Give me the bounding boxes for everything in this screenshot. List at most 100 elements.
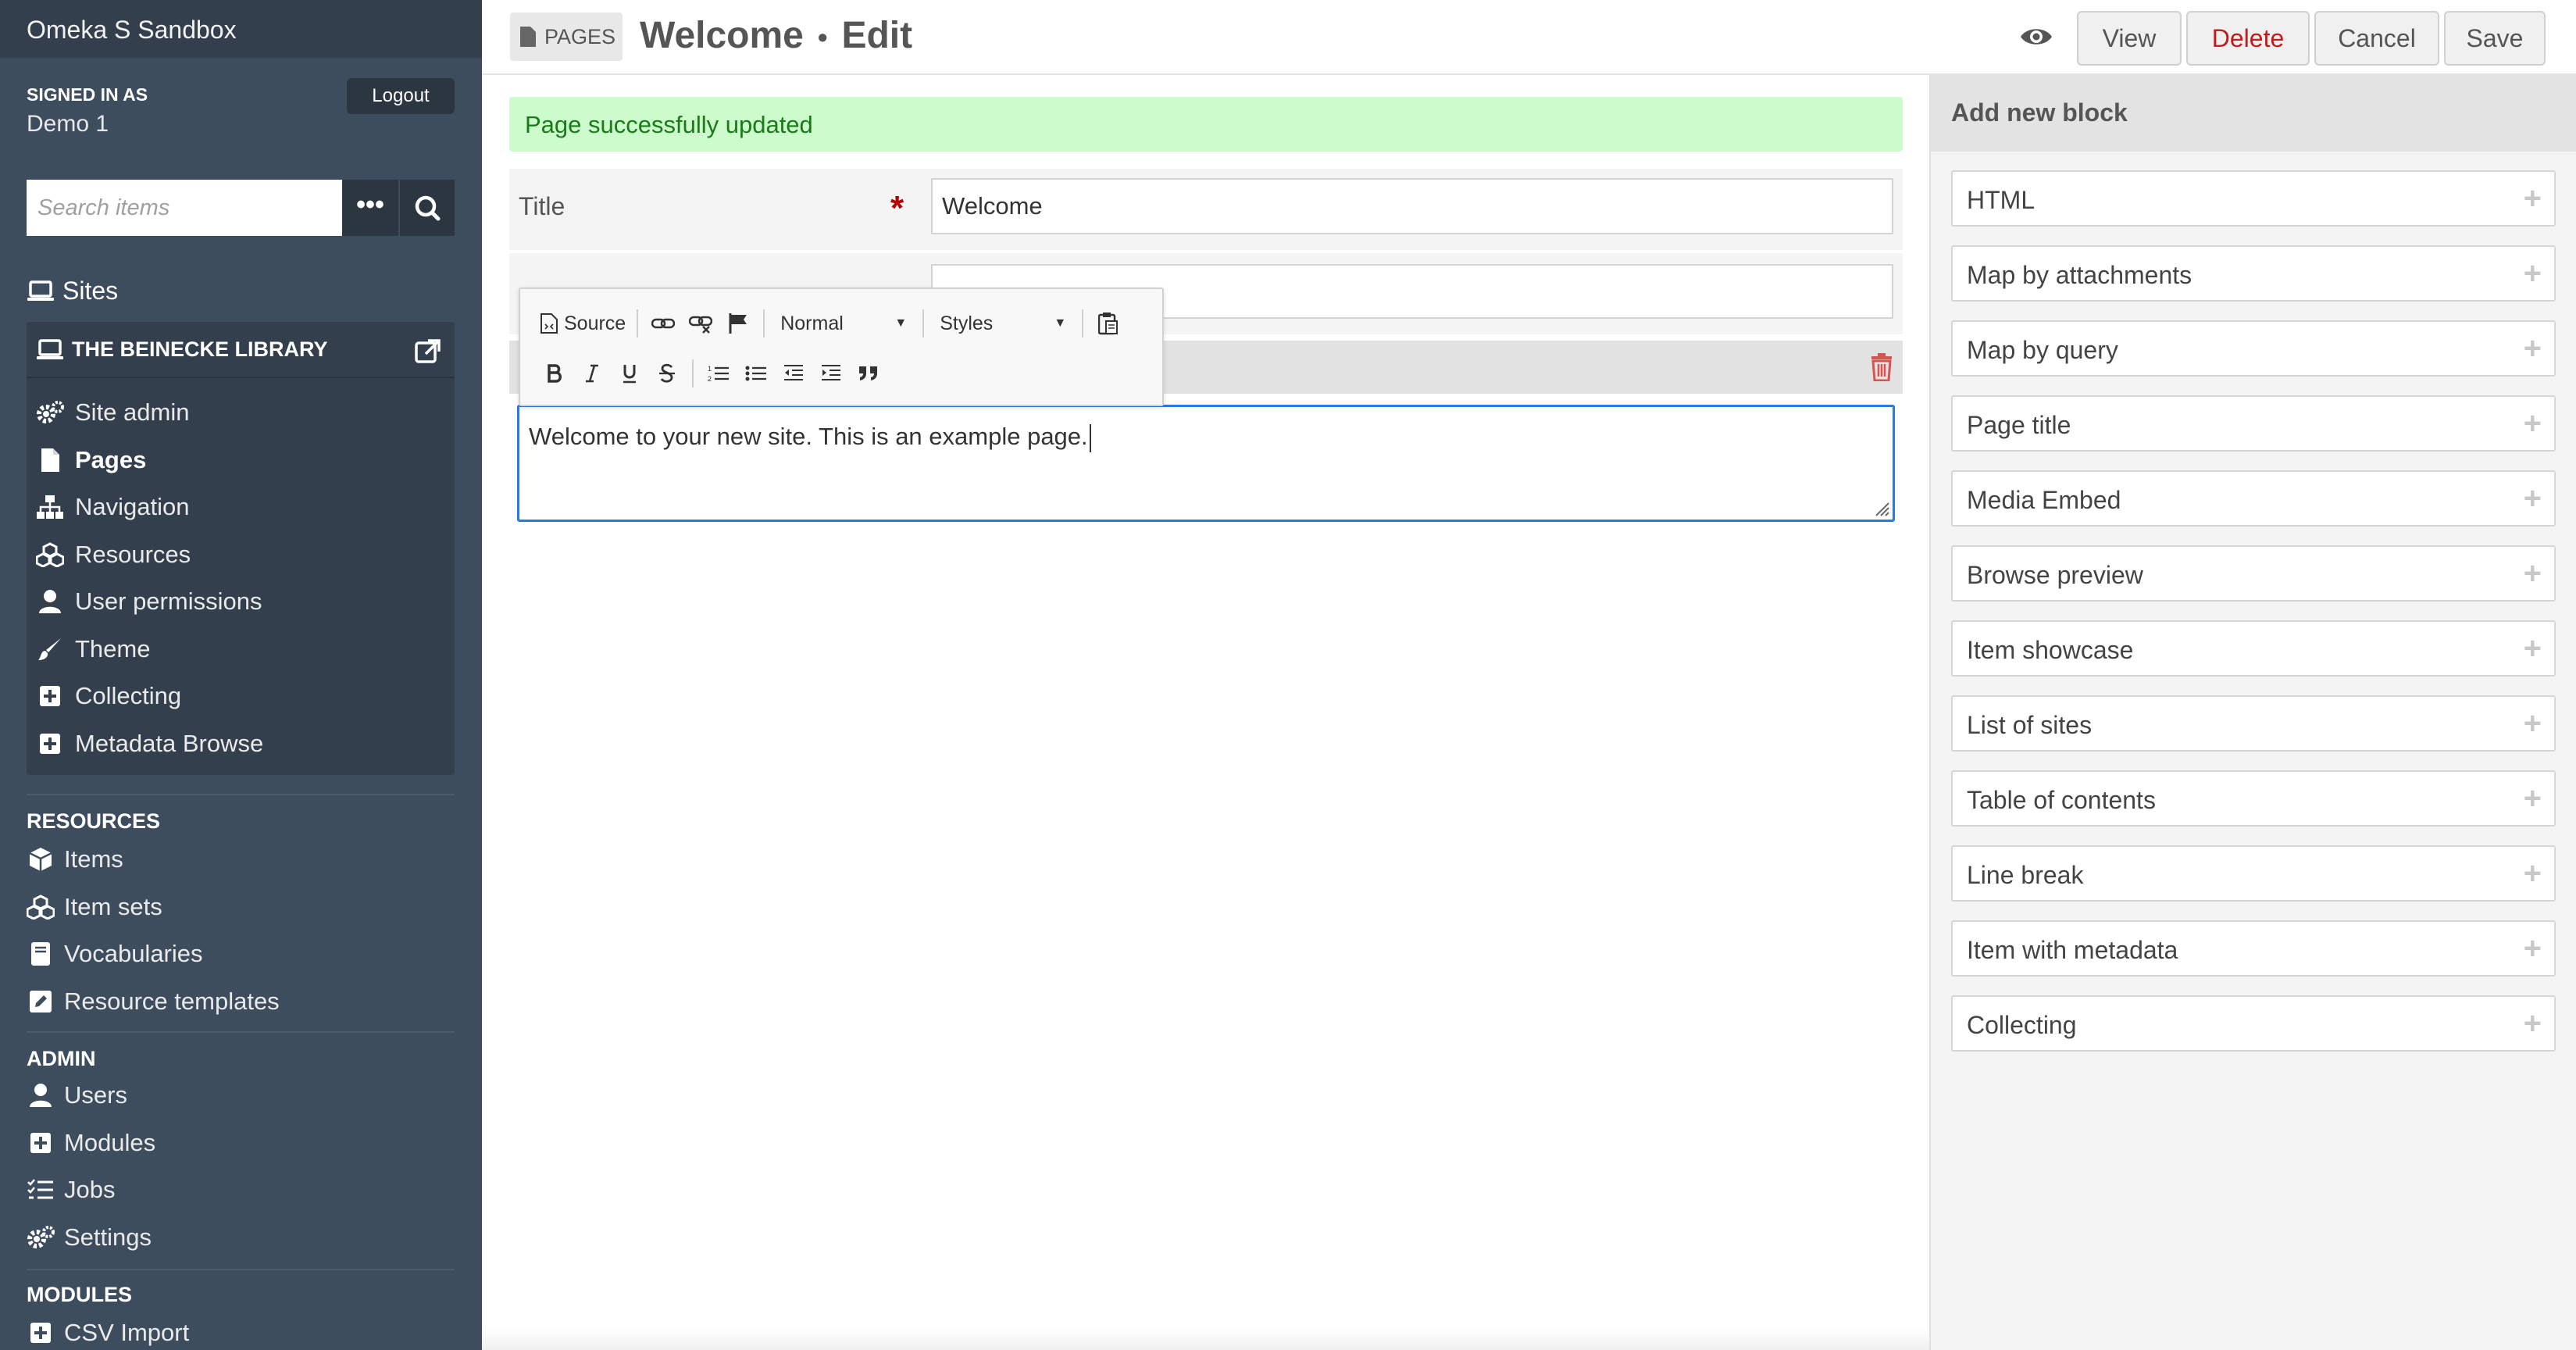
site-menu-label: User permissions [75, 588, 262, 616]
editor-text: Welcome to your new site. This is an exa… [529, 423, 1088, 450]
site-menu-label: Collecting [75, 682, 182, 710]
search-options-button[interactable]: ••• [342, 180, 398, 236]
site-menu-resources[interactable]: Resources [36, 531, 263, 579]
search-icon [415, 195, 441, 221]
plus-icon: + [2523, 556, 2542, 591]
link-button[interactable] [644, 305, 682, 342]
site-menu-theme[interactable]: Theme [36, 626, 263, 673]
blockquote-button[interactable] [850, 355, 887, 392]
add-block-collecting[interactable]: Collecting + [1951, 995, 2556, 1052]
add-block-map-by-query[interactable]: Map by query + [1951, 320, 2556, 377]
indent-icon [822, 365, 840, 380]
trash-icon[interactable] [1870, 353, 1893, 381]
source-button[interactable]: Source [536, 305, 630, 342]
site-menu-navigation[interactable]: Navigation [36, 484, 263, 531]
title-input[interactable] [931, 178, 1893, 234]
nav-item-sets[interactable]: Item sets [27, 884, 280, 931]
unlink-button[interactable] [682, 305, 719, 342]
sites-link[interactable]: Sites [27, 277, 118, 305]
strikethrough-button[interactable] [648, 355, 686, 392]
add-block-table-of-contents[interactable]: Table of contents + [1951, 770, 2556, 827]
search-button[interactable] [400, 180, 455, 236]
plus-icon: + [2523, 331, 2542, 366]
anchor-button[interactable] [719, 305, 757, 342]
plus-icon: + [2523, 406, 2542, 441]
file-icon [36, 446, 64, 474]
plus-icon: + [2523, 481, 2542, 516]
underline-button[interactable] [611, 355, 648, 392]
nav-vocabularies[interactable]: Vocabularies [27, 930, 280, 978]
site-menu-site-admin[interactable]: Site admin [36, 389, 263, 437]
block-list: HTML + Map by attachments + Map by query + … [1951, 170, 2556, 1070]
search-input[interactable] [27, 180, 342, 236]
external-link-icon[interactable] [412, 336, 444, 367]
plus-icon: + [2523, 706, 2542, 741]
nav-settings[interactable]: Settings [27, 1214, 155, 1262]
site-menu-collecting[interactable]: Collecting [36, 673, 263, 720]
increase-indent-button[interactable] [812, 355, 850, 392]
sitemap-icon [36, 493, 64, 521]
add-block-media-embed[interactable]: Media Embed + [1951, 470, 2556, 527]
block-label: Map by attachments [1967, 261, 2192, 289]
italic-button[interactable] [573, 355, 611, 392]
svg-text:1: 1 [708, 365, 712, 373]
save-button[interactable]: Save [2444, 11, 2546, 66]
nav-modules[interactable]: Modules [27, 1120, 155, 1167]
bulleted-list-button[interactable] [737, 355, 775, 392]
decrease-indent-button[interactable] [775, 355, 812, 392]
sidebar-divider [27, 1269, 455, 1270]
format-dropdown[interactable]: Normal ▼ [771, 305, 916, 342]
site-menu: Site admin Pages Navigation Resources Us… [36, 389, 263, 767]
styles-dropdown[interactable]: Styles ▼ [930, 305, 1076, 342]
breadcrumb-label: PAGES [544, 24, 616, 48]
add-block-list-of-sites[interactable]: List of sites + [1951, 695, 2556, 752]
signed-in-label: SIGNED IN AS [27, 84, 148, 105]
add-block-item-showcase[interactable]: Item showcase + [1951, 620, 2556, 677]
nav-items[interactable]: Items [27, 836, 280, 884]
text-caret [1089, 423, 1091, 452]
resize-grip-icon[interactable] [1872, 499, 1889, 516]
site-menu-metadata-browse[interactable]: Metadata Browse [36, 720, 263, 768]
nav-csv-import[interactable]: CSV Import [27, 1309, 189, 1350]
numbered-list-button[interactable]: 12 [700, 355, 737, 392]
cubes-icon [27, 893, 55, 921]
nav-label: Resource templates [64, 987, 280, 1015]
cubes-icon [36, 541, 64, 569]
editor-toolbar: Source Normal ▼ Styles ▼ 1 2 [519, 288, 1164, 406]
add-block-line-break[interactable]: Line break + [1951, 845, 2556, 902]
paste-button[interactable] [1090, 305, 1127, 342]
eye-icon[interactable] [2019, 23, 2053, 50]
add-block-panel: Add new block HTML + Map by attachments + … [1929, 75, 2576, 1350]
add-block-map-by-attachments[interactable]: Map by attachments + [1951, 245, 2556, 302]
html-editor[interactable]: Welcome to your new site. This is an exa… [517, 405, 1895, 522]
app-title[interactable]: Omeka S Sandbox [0, 0, 482, 58]
add-block-browse-preview[interactable]: Browse preview + [1951, 545, 2556, 602]
view-button[interactable]: View [2077, 11, 2182, 66]
signed-in-user[interactable]: Demo 1 [27, 111, 109, 138]
required-marker: * [890, 189, 904, 227]
block-label: Media Embed [1967, 486, 2121, 514]
site-menu-label: Pages [75, 445, 147, 473]
delete-button[interactable]: Delete [2186, 11, 2310, 66]
title-separator: • [817, 21, 828, 54]
bold-button[interactable] [536, 355, 573, 392]
page-title-text: Welcome [640, 15, 804, 56]
tasks-icon [27, 1176, 55, 1204]
cancel-button[interactable]: Cancel [2314, 11, 2439, 66]
add-block-item-with-metadata[interactable]: Item with metadata + [1951, 920, 2556, 977]
brush-icon [36, 635, 64, 663]
current-site-link[interactable]: THE BEINECKE LIBRARY [36, 338, 328, 362]
logout-button[interactable]: Logout [347, 78, 455, 114]
strikethrough-icon [659, 363, 675, 383]
site-menu-pages[interactable]: Pages [36, 437, 263, 484]
nav-jobs[interactable]: Jobs [27, 1166, 155, 1214]
nav-users[interactable]: Users [27, 1072, 155, 1120]
site-menu-user-permissions[interactable]: User permissions [36, 578, 263, 626]
breadcrumb-pages[interactable]: PAGES [510, 12, 623, 61]
add-block-page-title[interactable]: Page title + [1951, 395, 2556, 452]
nav-resource-templates[interactable]: Resource templates [27, 978, 280, 1026]
editor-content[interactable]: Welcome to your new site. This is an exa… [529, 423, 1091, 452]
user-icon [36, 588, 64, 616]
add-block-html[interactable]: HTML + [1951, 170, 2556, 227]
page-title: Welcome • Edit [640, 14, 912, 57]
